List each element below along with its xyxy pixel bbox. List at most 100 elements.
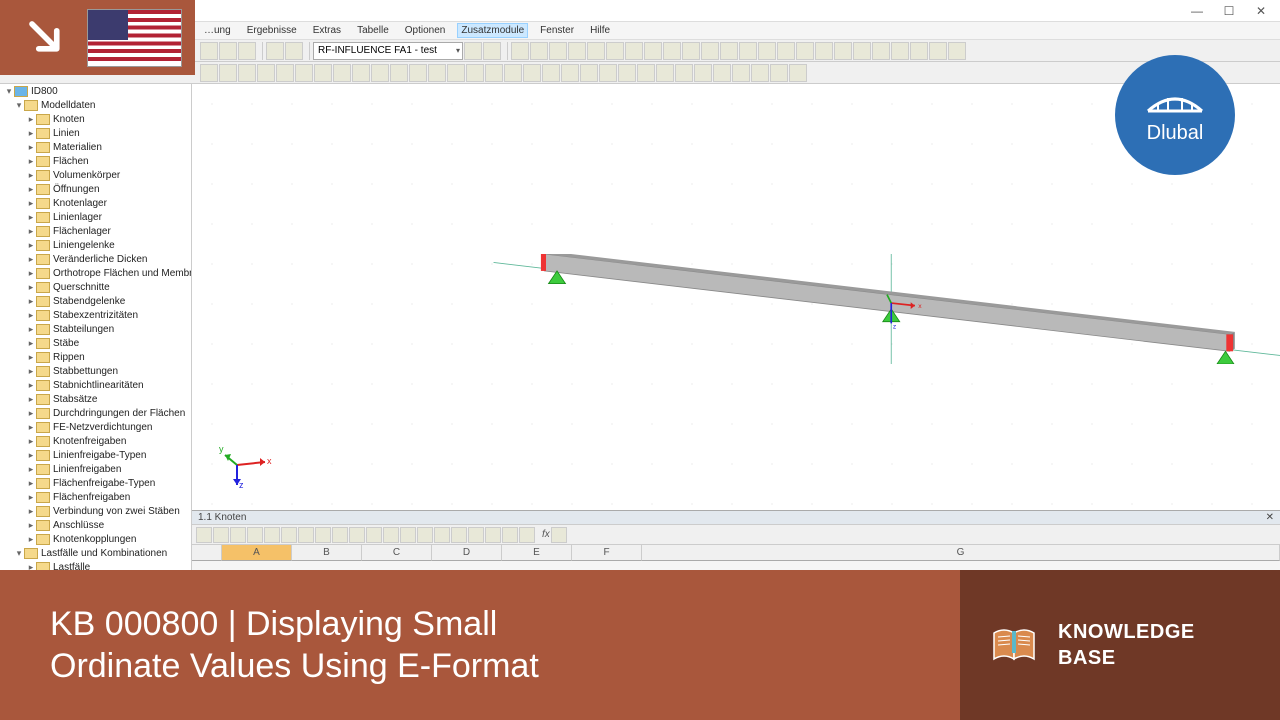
- toolbar-icon[interactable]: [511, 42, 529, 60]
- toolbar-icon[interactable]: [428, 64, 446, 82]
- tree-item[interactable]: ▸Linien: [0, 126, 191, 140]
- col-head[interactable]: [192, 545, 222, 561]
- toolbar-icon[interactable]: [789, 64, 807, 82]
- toolbar-icon[interactable]: [561, 64, 579, 82]
- toolbar-icon[interactable]: [200, 42, 218, 60]
- tree-item[interactable]: ▸Materialien: [0, 140, 191, 154]
- toolbar-icon[interactable]: [682, 42, 700, 60]
- 3d-canvas[interactable]: x z xyz: [192, 84, 1280, 510]
- toolbar-icon[interactable]: [238, 42, 256, 60]
- toolbar-icon[interactable]: [266, 42, 284, 60]
- toolbar-icon[interactable]: [739, 42, 757, 60]
- minimize-button[interactable]: —: [1182, 2, 1212, 20]
- toolbar-icon[interactable]: [644, 42, 662, 60]
- toolbar-icon[interactable]: [872, 42, 890, 60]
- toolbar-icon[interactable]: [713, 64, 731, 82]
- col-head-b[interactable]: B: [292, 545, 362, 561]
- toolbar-icon[interactable]: [238, 64, 256, 82]
- toolbar-icon[interactable]: [656, 64, 674, 82]
- toolbar-icon[interactable]: [352, 64, 370, 82]
- toolbar-icon[interactable]: [523, 64, 541, 82]
- menu-item[interactable]: Optionen: [401, 23, 450, 38]
- toolbar-icon[interactable]: [701, 42, 719, 60]
- toolbar-icon[interactable]: [200, 64, 218, 82]
- toolbar-icon[interactable]: [466, 64, 484, 82]
- tree-item[interactable]: ▸Flächenfreigaben: [0, 490, 191, 504]
- table-tb-icon[interactable]: [298, 527, 314, 543]
- tree-item[interactable]: ▸Linienfreigaben: [0, 462, 191, 476]
- tree-item[interactable]: ▸Stabteilungen: [0, 322, 191, 336]
- table-tb-icon[interactable]: [213, 527, 229, 543]
- col-head-a[interactable]: A: [222, 545, 292, 561]
- toolbar-icon[interactable]: [504, 64, 522, 82]
- toolbar-icon[interactable]: [770, 64, 788, 82]
- menu-item[interactable]: Tabelle: [353, 23, 393, 38]
- table-tb-icon[interactable]: [400, 527, 416, 543]
- toolbar-icon[interactable]: [853, 42, 871, 60]
- tree-item[interactable]: ▸Flächenlager: [0, 224, 191, 238]
- table-tb-icon[interactable]: [315, 527, 331, 543]
- table-tb-icon[interactable]: [230, 527, 246, 543]
- tree-item[interactable]: ▸Stabbettungen: [0, 364, 191, 378]
- toolbar-icon[interactable]: [409, 64, 427, 82]
- toolbar-icon[interactable]: [694, 64, 712, 82]
- tree-item[interactable]: ▸Stabexzentrizitäten: [0, 308, 191, 322]
- table-tb-icon[interactable]: [519, 527, 535, 543]
- table-tb-icon[interactable]: [281, 527, 297, 543]
- col-head-e[interactable]: E: [502, 545, 572, 561]
- toolbar-icon[interactable]: [447, 64, 465, 82]
- table-tb-icon[interactable]: [434, 527, 450, 543]
- table-tb-icon[interactable]: [349, 527, 365, 543]
- col-head-f[interactable]: F: [572, 545, 642, 561]
- toolbar-icon[interactable]: [580, 64, 598, 82]
- table-tb-icon[interactable]: [196, 527, 212, 543]
- table-tb-icon[interactable]: [451, 527, 467, 543]
- toolbar-icon[interactable]: [834, 42, 852, 60]
- menu-item[interactable]: …ung: [200, 23, 235, 38]
- tree-item[interactable]: ▸Anschlüsse: [0, 518, 191, 532]
- toolbar-icon[interactable]: [587, 42, 605, 60]
- tree-item[interactable]: ▸Liniengelenke: [0, 238, 191, 252]
- close-button[interactable]: ✕: [1246, 2, 1276, 20]
- toolbar-icon[interactable]: [483, 42, 501, 60]
- toolbar-icon[interactable]: [464, 42, 482, 60]
- toolbar-icon[interactable]: [530, 42, 548, 60]
- toolbar-icon[interactable]: [637, 64, 655, 82]
- tree-item[interactable]: ▸Veränderliche Dicken: [0, 252, 191, 266]
- tree-item[interactable]: ▸Knotenfreigaben: [0, 434, 191, 448]
- toolbar-icon[interactable]: [720, 42, 738, 60]
- table-tb-icon[interactable]: [264, 527, 280, 543]
- table-tb-icon[interactable]: [502, 527, 518, 543]
- toolbar-icon[interactable]: [295, 64, 313, 82]
- tree-group[interactable]: ▾Modelldaten: [0, 98, 191, 112]
- toolbar-icon[interactable]: [732, 64, 750, 82]
- table-tb-icon[interactable]: [468, 527, 484, 543]
- tree-item[interactable]: ▸Stäbe: [0, 336, 191, 350]
- table-tb-icon[interactable]: [485, 527, 501, 543]
- tree-item[interactable]: ▸Linienlager: [0, 210, 191, 224]
- table-tb-icon[interactable]: [247, 527, 263, 543]
- toolbar-icon[interactable]: [219, 42, 237, 60]
- toolbar-icon[interactable]: [542, 64, 560, 82]
- toolbar-icon[interactable]: [285, 42, 303, 60]
- tree-item[interactable]: ▸Querschnitte: [0, 280, 191, 294]
- toolbar-icon[interactable]: [625, 42, 643, 60]
- toolbar-icon[interactable]: [276, 64, 294, 82]
- toolbar-icon[interactable]: [599, 64, 617, 82]
- tree-group[interactable]: ▾Lastfälle und Kombinationen: [0, 546, 191, 560]
- tree-item[interactable]: ▸Verbindung von zwei Stäben: [0, 504, 191, 518]
- tree-item[interactable]: ▸Volumenkörper: [0, 168, 191, 182]
- tree-item[interactable]: ▸Knoten: [0, 112, 191, 126]
- toolbar-icon[interactable]: [568, 42, 586, 60]
- toolbar-icon[interactable]: [257, 64, 275, 82]
- toolbar-icon[interactable]: [675, 64, 693, 82]
- toolbar-icon[interactable]: [333, 64, 351, 82]
- toolbar-icon[interactable]: [948, 42, 966, 60]
- toolbar-icon[interactable]: [485, 64, 503, 82]
- table-tb-icon[interactable]: [417, 527, 433, 543]
- tree-item[interactable]: ▸Knotenkopplungen: [0, 532, 191, 546]
- col-head-d[interactable]: D: [432, 545, 502, 561]
- toolbar-icon[interactable]: [663, 42, 681, 60]
- tree-item[interactable]: ▸Öffnungen: [0, 182, 191, 196]
- tree-item[interactable]: ▸Stabsätze: [0, 392, 191, 406]
